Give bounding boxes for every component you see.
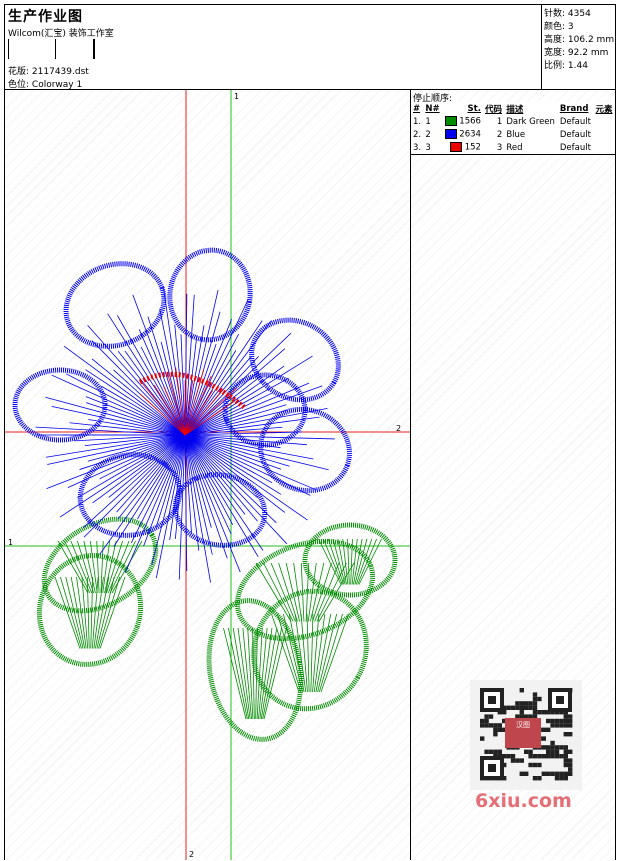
embroidery-artwork: 1 2 1 2 xyxy=(5,90,410,860)
company-name: Wilcom(汇宝) 装饰工作室 xyxy=(8,29,114,39)
header-info: 生产作业图 Wilcom(汇宝) 装饰工作室 花版: 2117439.dst 色… xyxy=(5,5,542,90)
col-brand: Brand xyxy=(559,103,589,114)
design-file-value: 2117439.dst xyxy=(31,67,89,77)
table-row: 2. 2 2634 2 Blue Default xyxy=(413,129,591,140)
design-file-label: 花版: xyxy=(8,67,30,77)
col-stitches: St. xyxy=(467,103,481,114)
colorway-row: 色位: Colorway 1 xyxy=(8,77,82,90)
col-index: # xyxy=(413,103,421,114)
colorway-label: 色位: xyxy=(8,80,30,90)
guide-label-v2: 2 xyxy=(189,850,194,859)
design-file-row: 花版: 2117439.dst xyxy=(8,64,89,77)
stop-sequence-table: # N# St. 代码 描述 Brand 元素 1. 1 1566 1 Dark… xyxy=(411,102,615,155)
stat-scale: 比例: 1.44 xyxy=(544,61,588,71)
color-swatch xyxy=(450,142,462,153)
guide-label-h2: 2 xyxy=(396,424,401,433)
qr-badge: 汉图 xyxy=(505,718,541,748)
stat-height: 高度: 106.2 mm xyxy=(544,35,615,45)
color-swatch xyxy=(444,129,457,140)
col-code: 代码 xyxy=(484,104,502,115)
header: 生产作业图 Wilcom(汇宝) 装饰工作室 花版: 2117439.dst 色… xyxy=(5,5,615,90)
table-row: 1. 1 1566 1 Dark Green Default xyxy=(413,116,591,127)
watermark-text: 6xiu.com xyxy=(475,790,572,812)
green-leaves xyxy=(36,516,398,742)
table-header-row: # N# St. 代码 描述 Brand 元素 xyxy=(411,102,615,115)
guide-label-h1: 1 xyxy=(8,538,13,547)
col-description: 描述 xyxy=(506,104,524,115)
stat-width: 宽度: 92.2 mm xyxy=(544,48,609,58)
guide-label-v1: 1 xyxy=(234,92,239,101)
col-element: 元素 xyxy=(595,104,613,115)
stat-colors: 颜色: 3 xyxy=(544,22,574,32)
color-swatch xyxy=(444,116,457,127)
stats-panel: 针数: 4354 颜色: 3 高度: 106.2 mm 宽度: 92.2 mm … xyxy=(542,5,615,89)
table-row: 3. 3 152 3 Red Default xyxy=(413,142,591,153)
page-title: 生产作业图 xyxy=(8,9,83,25)
stat-stitches: 针数: 4354 xyxy=(544,9,591,19)
design-preview: 1 2 1 2 xyxy=(5,90,411,860)
col-n: N# xyxy=(425,103,440,114)
barcode xyxy=(8,39,95,59)
colorway-value: Colorway 1 xyxy=(31,80,83,90)
